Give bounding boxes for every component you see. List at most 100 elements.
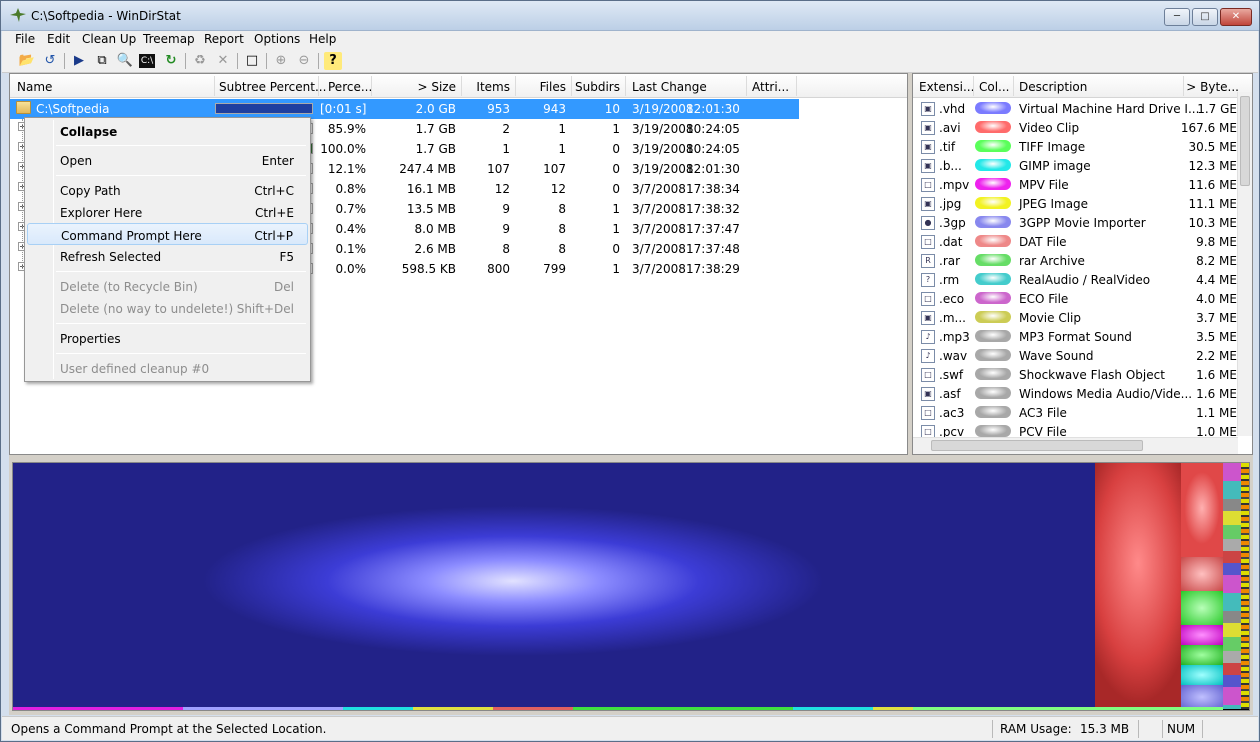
row-size: 247.4 MB bbox=[399, 162, 456, 176]
treemap-small-blocks[interactable] bbox=[1223, 463, 1241, 709]
ext-vscroll-thumb[interactable] bbox=[1240, 96, 1250, 186]
col-size[interactable]: > Size bbox=[372, 80, 456, 94]
tree-row[interactable]: C:\Softpedia [0:01 s] 2.0 GB 953 943 10 3/19/2… bbox=[10, 99, 799, 119]
extension-row[interactable]: ▣ .b... GIMP image 12.3 ME bbox=[913, 157, 1238, 176]
file-type-icon: ♪ bbox=[921, 330, 935, 344]
menu-command-prompt-here[interactable]: Command Prompt Here Ctrl+P bbox=[27, 223, 308, 245]
menu-open[interactable]: Open Enter bbox=[27, 149, 308, 171]
refresh-selected-icon[interactable]: ↻ bbox=[162, 52, 180, 70]
minimize-button[interactable]: ─ bbox=[1164, 8, 1190, 26]
ext-horizontal-scrollbar[interactable] bbox=[913, 437, 1238, 454]
explorer-icon[interactable]: 🔍 bbox=[116, 52, 134, 70]
treemap-tif-block-2[interactable] bbox=[1181, 645, 1223, 665]
extension-row[interactable]: □ .eco ECO File 4.0 ME bbox=[913, 290, 1238, 309]
col-attributes[interactable]: Attri... bbox=[752, 80, 789, 94]
col-name[interactable]: Name bbox=[17, 80, 52, 94]
zoom-in-icon[interactable]: ⊕ bbox=[272, 52, 290, 70]
col-percentage[interactable]: Perce... bbox=[328, 80, 372, 94]
ext-description: JPEG Image bbox=[1019, 197, 1089, 211]
extension-row[interactable]: □ .dat DAT File 9.8 ME bbox=[913, 233, 1238, 252]
ext-bytes: 1.7 GE bbox=[1197, 102, 1237, 116]
extension-row[interactable]: ▣ .m... Movie Clip 3.7 ME bbox=[913, 309, 1238, 328]
cmd-icon[interactable]: C:\ bbox=[139, 54, 155, 68]
menu-explorer-here[interactable]: Explorer Here Ctrl+E bbox=[27, 201, 308, 223]
menu-clean-up[interactable]: Clean Up bbox=[82, 32, 136, 46]
extension-row[interactable]: R .rar rar Archive 8.2 ME bbox=[913, 252, 1238, 271]
refresh-icon[interactable]: ↺ bbox=[41, 52, 59, 70]
row-date: 3/7/2008 bbox=[632, 222, 686, 236]
ext-vertical-scrollbar[interactable] bbox=[1237, 92, 1252, 436]
menu-file[interactable]: File bbox=[15, 32, 35, 46]
extension-row[interactable]: ▣ .jpg JPEG Image 11.1 ME bbox=[913, 195, 1238, 214]
menu-collapse[interactable]: Collapse bbox=[27, 120, 308, 142]
col-last-change[interactable]: Last Change bbox=[632, 80, 707, 94]
extension-row[interactable]: ▣ .asf Windows Media Audio/Vide... 1.6 ME bbox=[913, 385, 1238, 404]
row-subdirs: 0 bbox=[612, 162, 620, 176]
recycle-icon[interactable]: ♻ bbox=[191, 52, 209, 70]
menu-edit[interactable]: Edit bbox=[47, 32, 70, 46]
col-color[interactable]: Col... bbox=[979, 80, 1010, 94]
help-icon[interactable]: ? bbox=[324, 52, 342, 70]
row-date: 3/7/2008 bbox=[632, 262, 686, 276]
row-files: 799 bbox=[543, 262, 566, 276]
col-bytes[interactable]: > Byte... bbox=[1184, 80, 1239, 94]
col-files[interactable]: Files bbox=[516, 80, 566, 94]
play-icon[interactable]: ▶ bbox=[70, 52, 88, 70]
zoom-out-icon[interactable]: ⊖ bbox=[295, 52, 313, 70]
menu-report[interactable]: Report bbox=[204, 32, 244, 46]
extension-row[interactable]: □ .swf Shockwave Flash Object 1.6 ME bbox=[913, 366, 1238, 385]
col-subdirs[interactable]: Subdirs bbox=[572, 80, 620, 94]
ext-name: .tif bbox=[939, 140, 956, 154]
menu-properties[interactable]: Properties bbox=[27, 327, 308, 349]
extension-row[interactable]: □ .mpv MPV File 11.6 ME bbox=[913, 176, 1238, 195]
title-bar[interactable]: C:\Softpedia - WinDirStat ─ □ ✕ bbox=[1, 1, 1259, 31]
treemap-3gp-block[interactable] bbox=[1181, 685, 1223, 709]
ext-description: rar Archive bbox=[1019, 254, 1085, 268]
col-description[interactable]: Description bbox=[1019, 80, 1087, 94]
treemap-avi-block[interactable] bbox=[1095, 463, 1181, 709]
splitter[interactable] bbox=[9, 455, 1253, 461]
open-icon[interactable]: 📂 bbox=[18, 52, 36, 70]
treemap-avi-block-3[interactable] bbox=[1181, 557, 1223, 591]
menu-copy-path[interactable]: Copy Path Ctrl+C bbox=[27, 179, 308, 201]
row-time: 10:24:05 bbox=[686, 142, 740, 156]
window-title: C:\Softpedia - WinDirStat bbox=[31, 9, 181, 23]
delete-icon[interactable]: ✕ bbox=[214, 52, 232, 70]
row-time: 17:38:34 bbox=[686, 182, 740, 196]
col-extension[interactable]: Extensi... bbox=[919, 80, 974, 94]
treemap-gimp-block[interactable] bbox=[1181, 665, 1223, 685]
extension-row[interactable]: ▣ .vhd Virtual Machine Hard Drive I... 1.7 … bbox=[913, 100, 1238, 119]
col-items[interactable]: Items bbox=[462, 80, 510, 94]
treemap-mpv-block[interactable] bbox=[1181, 625, 1223, 645]
properties-icon[interactable]: □ bbox=[243, 52, 261, 70]
menu-options[interactable]: Options bbox=[254, 32, 300, 46]
extension-row[interactable]: ? .rm RealAudio / RealVideo 4.4 ME bbox=[913, 271, 1238, 290]
treemap-tiny-blocks[interactable] bbox=[1241, 463, 1249, 709]
menu-user-cleanup[interactable]: User defined cleanup #0 bbox=[27, 357, 308, 379]
extension-row[interactable]: ▣ .avi Video Clip 167.6 ME bbox=[913, 119, 1238, 138]
copy-icon[interactable]: ⧉ bbox=[93, 52, 111, 70]
menu-treemap[interactable]: Treemap bbox=[143, 32, 195, 46]
extension-row[interactable]: ♪ .mp3 MP3 Format Sound 3.5 ME bbox=[913, 328, 1238, 347]
menu-refresh-selected[interactable]: Refresh Selected F5 bbox=[27, 245, 308, 267]
row-size: 16.1 MB bbox=[406, 182, 456, 196]
treemap[interactable] bbox=[12, 462, 1250, 711]
extension-list[interactable]: Extensi... Col... Description > Byte... … bbox=[912, 73, 1253, 455]
maximize-button[interactable]: □ bbox=[1192, 8, 1218, 26]
menu-delete-recycle[interactable]: Delete (to Recycle Bin) Del bbox=[27, 275, 308, 297]
extension-row[interactable]: □ .ac3 AC3 File 1.1 ME bbox=[913, 404, 1238, 423]
treemap-tif-block[interactable] bbox=[1181, 591, 1223, 625]
col-subtree-percent[interactable]: Subtree Percent... bbox=[219, 80, 326, 94]
treemap-avi-block-2[interactable] bbox=[1181, 463, 1223, 557]
close-button[interactable]: ✕ bbox=[1220, 8, 1252, 26]
ext-description: Movie Clip bbox=[1019, 311, 1081, 325]
ext-description: Video Clip bbox=[1019, 121, 1080, 135]
ext-hscroll-thumb[interactable] bbox=[931, 440, 1143, 451]
extension-row[interactable]: ▣ .tif TIFF Image 30.5 ME bbox=[913, 138, 1238, 157]
folder-icon bbox=[16, 101, 31, 114]
menu-delete-permanent[interactable]: Delete (no way to undelete!) Shift+Del bbox=[27, 297, 308, 319]
menu-help[interactable]: Help bbox=[309, 32, 336, 46]
extension-row[interactable]: ♪ .wav Wave Sound 2.2 ME bbox=[913, 347, 1238, 366]
extension-row[interactable]: ● .3gp 3GPP Movie Importer 10.3 ME bbox=[913, 214, 1238, 233]
treemap-vhd-block[interactable] bbox=[13, 463, 1095, 709]
